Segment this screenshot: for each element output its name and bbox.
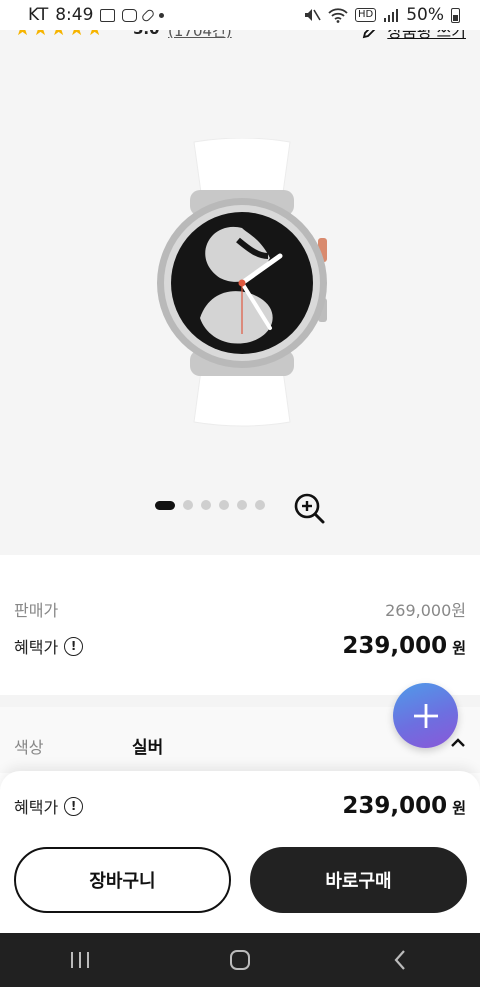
status-bar: KT 8:49 HD 50% [0,0,480,30]
sheet-currency-label: 원 [452,799,466,817]
benefit-price-row: 혜택가 ! 239,000 원 [14,633,466,659]
battery-percent: 50% [406,5,444,25]
color-option-label: 색상 [14,738,44,757]
status-left: KT 8:49 [28,5,165,25]
sale-price-value: 269,000원 [385,601,466,620]
plus-icon [413,703,438,728]
instagram-icon [122,8,138,22]
sheet-price-row: 혜택가 ! 239,000 원 [14,793,466,819]
sale-price-label: 판매가 [14,601,59,620]
buy-now-button[interactable]: 바로구매 [250,847,467,913]
benefit-price-label: 혜택가 [14,638,59,657]
status-right: HD 50% [303,5,460,25]
sheet-price-group: 239,000 원 [342,793,466,819]
pager-dot[interactable] [237,500,247,510]
pill-icon [140,7,156,23]
rating-stars: ★★★★★ [14,30,104,40]
color-option-value: 실버 [132,738,164,758]
write-review-link[interactable]: 상품평 쓰기 [361,30,466,42]
price-section: 판매가 269,000원 혜택가 ! 239,000 원 [0,555,480,695]
battery-icon [451,7,460,23]
info-icon[interactable]: ! [64,636,84,656]
recents-button[interactable] [60,940,100,980]
plus-fab-button[interactable] [393,683,458,748]
benefit-price-label-group: 혜택가 ! [14,634,84,658]
wifi-icon [328,8,348,23]
pager-dot[interactable] [219,500,229,510]
sale-price-row: 판매가 269,000원 [14,597,466,621]
sheet-benefit-price: 239,000 [342,793,448,819]
back-icon [394,950,405,970]
pager-dot[interactable] [183,500,193,510]
product-image [157,138,327,427]
mute-icon [304,9,321,21]
home-button[interactable] [220,940,260,980]
pager-dot[interactable] [255,500,265,510]
product-gallery[interactable]: ★★★★★ 5.0 (1704건) 상품평 쓰기 [0,30,480,555]
gallery-pager [155,500,265,510]
benefit-price-value: 239,000 [342,633,448,659]
sheet-benefit-label: 혜택가 [14,798,59,817]
rating-score: 5.0 [133,30,160,38]
sheet-benefit-label-group: 혜택가 ! [14,794,84,818]
rating-row: ★★★★★ 5.0 (1704건) 상품평 쓰기 [0,30,480,48]
write-review-label: 상품평 쓰기 [387,30,466,41]
add-to-cart-button[interactable]: 장바구니 [14,847,231,913]
recents-icon [71,952,89,968]
info-icon[interactable]: ! [64,796,84,816]
benefit-price-group: 239,000 원 [342,633,466,659]
currency-label: 원 [452,639,466,657]
hd-badge: HD [354,8,377,22]
carrier-label: KT [28,5,49,25]
system-nav-bar [0,933,480,987]
zoom-in-icon[interactable] [292,491,326,525]
pager-dot-active[interactable] [155,500,175,510]
purchase-sheet: 혜택가 ! 239,000 원 장바구니 바로구매 [0,771,480,933]
pencil-icon [363,30,376,39]
review-count-link[interactable]: (1704건) [168,30,232,41]
clock: 8:49 [55,5,94,25]
home-icon [230,950,250,970]
signal-icon [384,9,399,22]
chevron-up-icon[interactable] [450,735,466,751]
image-icon [100,8,116,22]
pager-dot[interactable] [201,500,211,510]
notification-dot-icon [159,12,165,18]
back-button[interactable] [380,940,420,980]
